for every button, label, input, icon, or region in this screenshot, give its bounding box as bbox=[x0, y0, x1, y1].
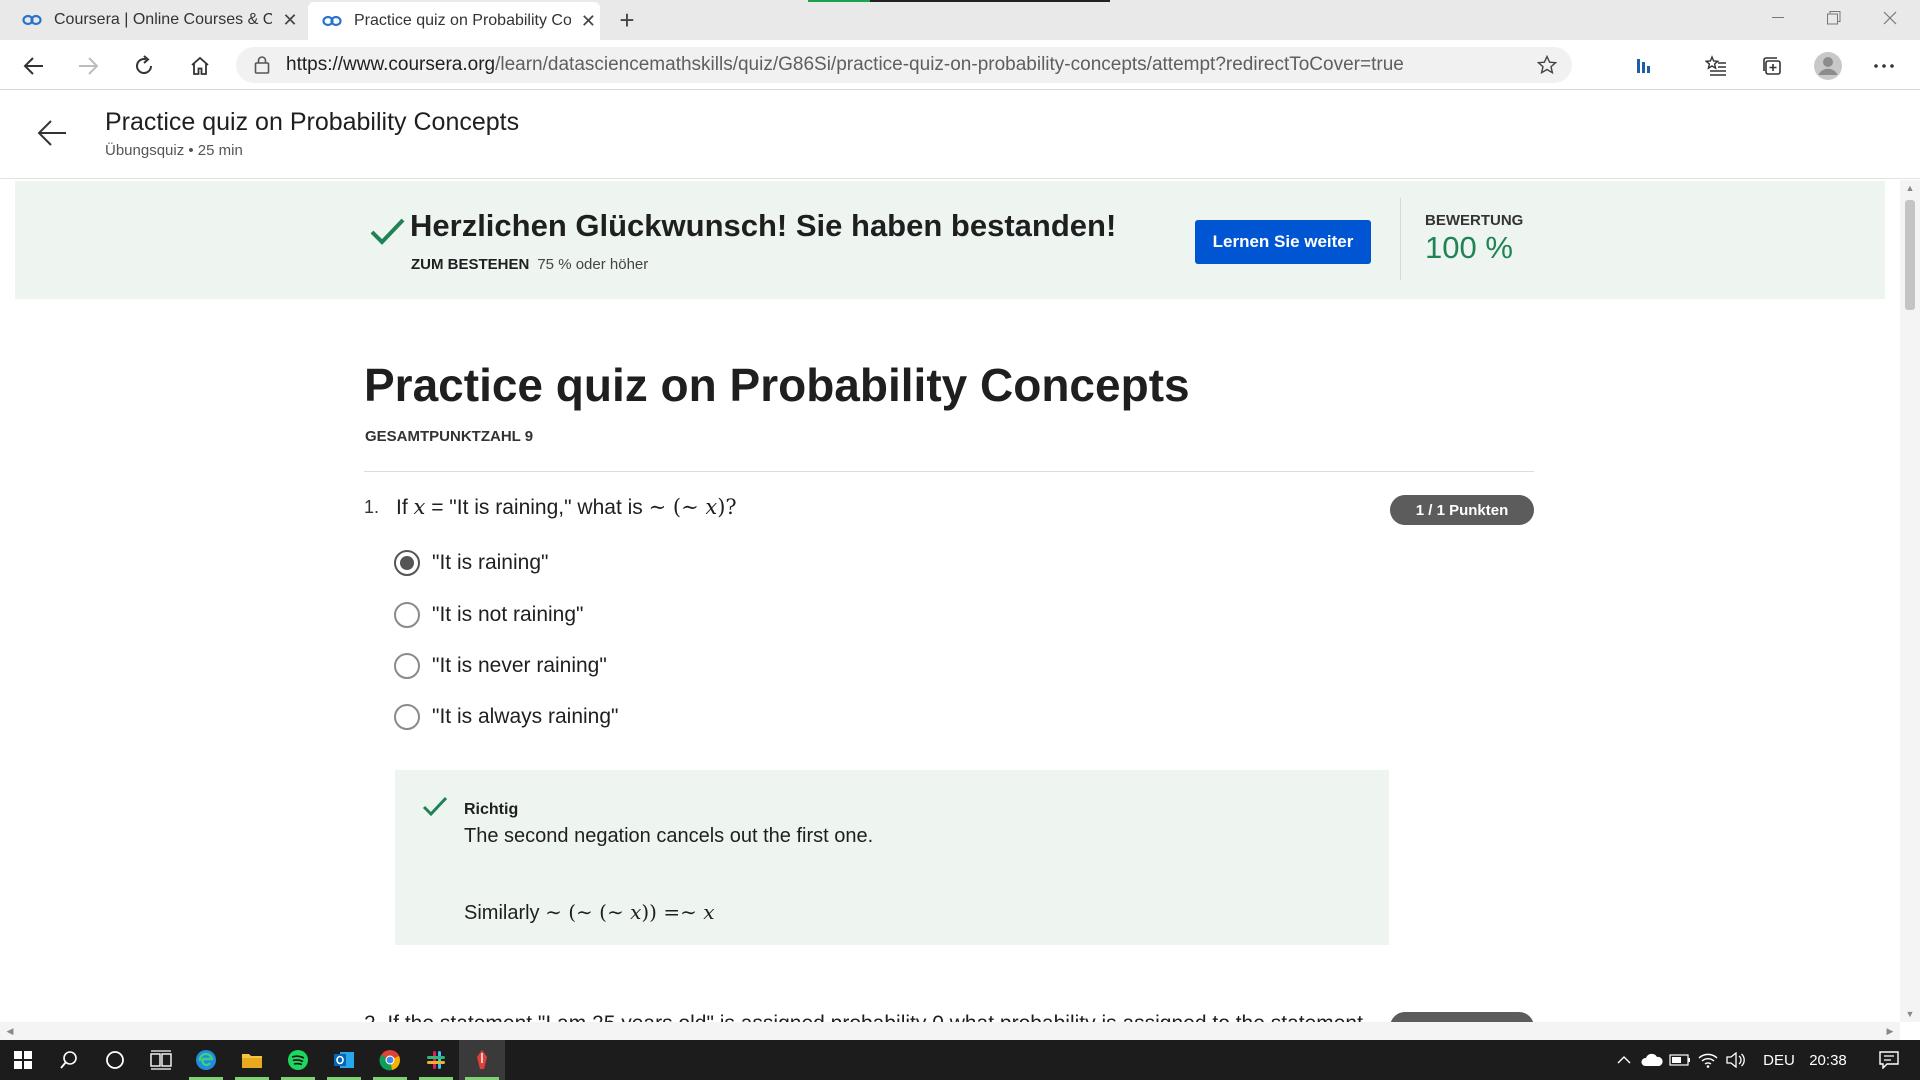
lock-icon[interactable] bbox=[252, 55, 272, 75]
cortana-icon[interactable] bbox=[92, 1040, 138, 1080]
check-icon bbox=[370, 218, 405, 245]
window-close-icon[interactable] bbox=[1862, 0, 1918, 36]
refresh-icon[interactable] bbox=[126, 48, 162, 84]
scroll-left-icon[interactable]: ◀ bbox=[2, 1022, 18, 1040]
tab-coursera-home[interactable]: Coursera | Online Courses & Cre ✕ bbox=[0, 0, 306, 40]
feedback-status: Richtig bbox=[464, 801, 519, 818]
vertical-scrollbar[interactable]: ▲ ▼ bbox=[1900, 180, 1920, 1022]
scroll-down-icon[interactable]: ▼ bbox=[1900, 1006, 1920, 1022]
scroll-right-icon[interactable]: ▶ bbox=[1882, 1022, 1898, 1040]
pass-label: ZUM BESTEHEN bbox=[411, 256, 530, 273]
scroll-up-icon[interactable]: ▲ bbox=[1900, 180, 1920, 196]
answer-option[interactable]: "It is always raining" bbox=[394, 702, 618, 732]
windows-start-icon[interactable] bbox=[0, 1040, 46, 1080]
pass-requirement: ZUM BESTEHEN 75 % oder höher bbox=[411, 256, 648, 273]
radio-button[interactable] bbox=[394, 653, 420, 679]
grade-label: BEWERTUNG bbox=[1425, 212, 1524, 229]
header-subtitle: Übungsquiz • 25 min bbox=[105, 142, 243, 159]
star-icon[interactable] bbox=[1536, 54, 1558, 76]
url-field[interactable]: https://www.coursera.org/learn/datascien… bbox=[236, 47, 1572, 83]
answer-feedback: Richtig The second negation cancels out … bbox=[395, 770, 1389, 945]
url-path: /learn/datasciencemathskills/quiz/G86Si/… bbox=[495, 54, 1404, 75]
answer-option[interactable]: "It is raining" bbox=[394, 548, 548, 578]
forward-icon[interactable] bbox=[70, 48, 106, 84]
option-label: "It is never raining" bbox=[432, 654, 607, 677]
banner-title: Herzlichen Glückwunsch! Sie haben bestan… bbox=[410, 208, 1117, 243]
profile-icon[interactable] bbox=[1810, 48, 1846, 84]
radio-button[interactable] bbox=[394, 704, 420, 730]
tab-practice-quiz[interactable]: Practice quiz on Probability Conc ✕ bbox=[308, 2, 600, 40]
close-icon[interactable]: ✕ bbox=[278, 8, 302, 32]
language-indicator[interactable]: DEU bbox=[1754, 1040, 1804, 1080]
pass-value: 75 % oder höher bbox=[537, 256, 649, 273]
favorites-icon[interactable] bbox=[1698, 48, 1734, 84]
url-text: https://www.coursera.org/learn/datascien… bbox=[286, 54, 1404, 76]
slack-icon[interactable] bbox=[413, 1040, 459, 1080]
notification-icon[interactable] bbox=[1864, 1040, 1914, 1080]
onedrive-icon[interactable] bbox=[1638, 1040, 1666, 1080]
maximize-icon[interactable] bbox=[1806, 0, 1862, 36]
file-explorer-icon[interactable] bbox=[229, 1040, 275, 1080]
total-points: GESAMTPUNKTZAHL 9 bbox=[365, 428, 534, 445]
search-icon[interactable] bbox=[46, 1040, 92, 1080]
chevron-up-icon[interactable] bbox=[1610, 1040, 1638, 1080]
tab-title: Coursera | Online Courses & Cre bbox=[54, 11, 272, 28]
chrome-icon[interactable] bbox=[367, 1040, 413, 1080]
outlook-icon[interactable] bbox=[321, 1040, 367, 1080]
reading-view-icon[interactable] bbox=[1626, 48, 1662, 84]
wifi-icon[interactable] bbox=[1694, 1040, 1722, 1080]
windows-taskbar: DEU 20:38 bbox=[0, 1040, 1920, 1080]
coursera-icon bbox=[22, 10, 42, 30]
quiz-title: Practice quiz on Probability Concepts bbox=[364, 359, 1190, 411]
horizontal-scrollbar[interactable]: ◀ ▶ bbox=[0, 1022, 1900, 1040]
pen-app-icon[interactable] bbox=[459, 1040, 505, 1080]
radio-button[interactable] bbox=[394, 602, 420, 628]
answer-option[interactable]: "It is not raining" bbox=[394, 600, 583, 630]
feedback-text: The second negation cancels out the firs… bbox=[464, 825, 874, 847]
tab-title: Practice quiz on Probability Conc bbox=[354, 12, 571, 29]
feedback-similarly: Similarly ∼ (∼ (∼ x)) =∼ x bbox=[464, 900, 715, 924]
quiz-header: Practice quiz on Probability Concepts Üb… bbox=[0, 91, 1920, 179]
points-badge: 1 / 1 Punkten bbox=[1390, 495, 1534, 525]
address-bar: https://www.coursera.org/learn/datascien… bbox=[0, 40, 1920, 90]
url-host: https://www.coursera.org bbox=[286, 54, 496, 75]
divider bbox=[1400, 198, 1401, 280]
browser-tab-bar: Coursera | Online Courses & Cre ✕ Practi… bbox=[0, 0, 1920, 40]
plus-icon[interactable]: + bbox=[612, 5, 642, 35]
loading-progress bbox=[808, 0, 1110, 2]
battery-icon[interactable] bbox=[1666, 1040, 1694, 1080]
divider bbox=[364, 471, 1534, 472]
question-number: 1. bbox=[364, 497, 380, 517]
back-icon[interactable] bbox=[16, 48, 52, 84]
option-label: "It is not raining" bbox=[432, 603, 584, 626]
clock[interactable]: 20:38 bbox=[1806, 1040, 1850, 1080]
main-content: Herzlichen Glückwunsch! Sie haben bestan… bbox=[0, 180, 1900, 1022]
points-badge bbox=[1390, 1012, 1534, 1022]
more-icon[interactable] bbox=[1866, 48, 1902, 84]
option-label: "It is always raining" bbox=[432, 705, 619, 728]
header-title: Practice quiz on Probability Concepts bbox=[105, 108, 520, 136]
answer-option[interactable]: "It is never raining" bbox=[394, 651, 607, 681]
volume-icon[interactable] bbox=[1722, 1040, 1750, 1080]
radio-button[interactable] bbox=[394, 550, 420, 576]
task-view-icon[interactable] bbox=[138, 1040, 184, 1080]
next-question-text: 2. If the statement "I am 25 years old" … bbox=[364, 1012, 1363, 1022]
option-label: "It is raining" bbox=[432, 551, 549, 574]
arrow-left-icon[interactable] bbox=[34, 115, 70, 151]
edge-icon[interactable] bbox=[183, 1040, 229, 1080]
check-icon bbox=[422, 796, 448, 817]
minimize-icon[interactable] bbox=[1750, 0, 1806, 36]
coursera-icon bbox=[322, 11, 342, 31]
grade-value: 100 % bbox=[1425, 230, 1513, 265]
close-icon[interactable]: ✕ bbox=[577, 9, 600, 33]
scroll-thumb[interactable] bbox=[1905, 200, 1915, 310]
continue-learning-button[interactable]: Lernen Sie weiter bbox=[1195, 220, 1371, 264]
question-text: If x = "It is raining," what is ∼ (∼ x)? bbox=[396, 495, 737, 519]
home-icon[interactable] bbox=[182, 48, 218, 84]
spotify-icon[interactable] bbox=[275, 1040, 321, 1080]
collections-icon[interactable] bbox=[1754, 48, 1790, 84]
